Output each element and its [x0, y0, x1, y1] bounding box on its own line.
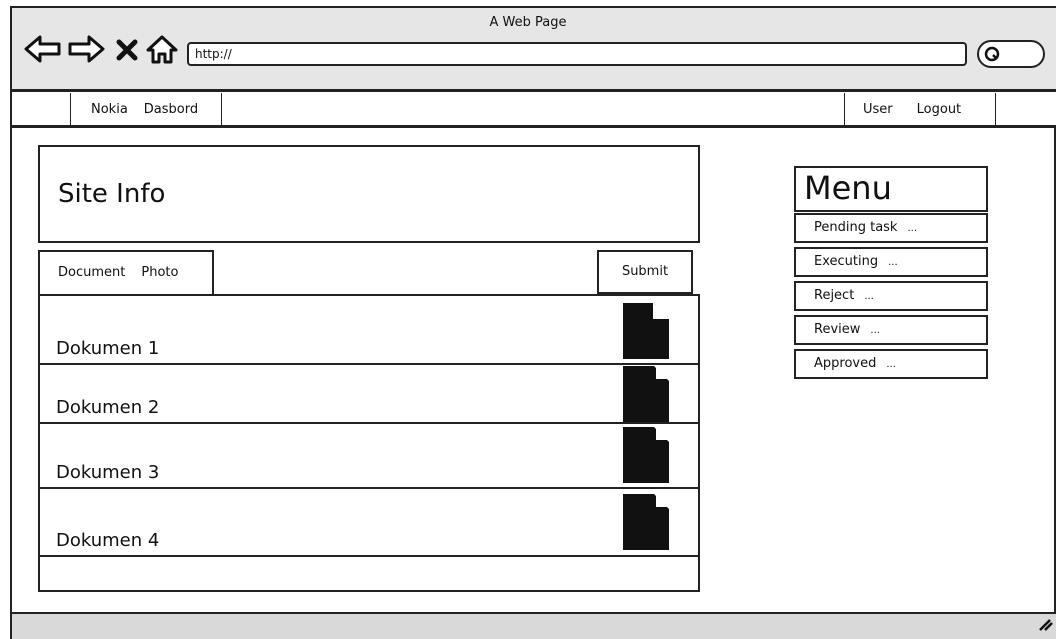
tab-document[interactable]: Document	[58, 265, 125, 280]
document-name: Dokumen 1	[56, 338, 160, 359]
home-icon[interactable]	[144, 34, 180, 64]
menu-item-label: Executing	[814, 254, 879, 269]
status-bar	[12, 612, 1056, 639]
menu-item-label: Approved	[814, 356, 877, 371]
menu-item-label: Reject	[814, 288, 855, 303]
file-icon[interactable]	[622, 493, 670, 551]
menu-title: Menu	[794, 166, 988, 212]
address-bar[interactable]: http://	[187, 42, 967, 66]
more-indicator: ...	[864, 291, 874, 302]
more-indicator: ...	[907, 223, 918, 234]
more-indicator: ...	[886, 359, 896, 370]
menu-item-label: Pending task	[814, 220, 898, 235]
window-title: A Web Page	[489, 15, 567, 30]
menu-item-label: Review	[814, 322, 861, 337]
nav-link-dasbord[interactable]: Dasbord	[144, 102, 198, 117]
logout-link[interactable]: Logout	[917, 102, 962, 117]
nav-link-nokia[interactable]: Nokia	[91, 102, 128, 117]
nav-link-user[interactable]: User	[863, 102, 893, 117]
menu-item-pending-task[interactable]: Pending task...	[794, 213, 988, 243]
search-icon	[984, 46, 1000, 62]
forward-arrow-icon[interactable]	[67, 34, 105, 64]
browser-search-box[interactable]	[977, 40, 1045, 68]
file-icon[interactable]	[622, 302, 670, 360]
toolbar-left-group: Nokia Dasbord	[70, 93, 222, 127]
submit-button[interactable]: Submit	[597, 250, 693, 294]
file-icon[interactable]	[622, 365, 670, 423]
menu-item-approved[interactable]: Approved...	[794, 349, 988, 379]
resize-grip-icon[interactable]	[1036, 614, 1054, 632]
tab-photo[interactable]: Photo	[141, 265, 178, 280]
more-indicator: ...	[888, 257, 898, 268]
menu-item-review[interactable]: Review...	[794, 315, 988, 345]
document-name: Dokumen 4	[56, 530, 160, 551]
document-name: Dokumen 2	[56, 397, 160, 418]
menu-item-reject[interactable]: Reject...	[794, 281, 988, 311]
list-item[interactable]: Dokumen 2	[40, 365, 700, 424]
list-item[interactable]: Dokumen 1	[40, 296, 700, 365]
back-arrow-icon[interactable]	[24, 34, 62, 64]
more-indicator: ...	[870, 325, 880, 336]
file-icon[interactable]	[622, 426, 670, 484]
close-icon[interactable]	[114, 34, 140, 64]
menu-item-executing[interactable]: Executing...	[794, 247, 988, 277]
list-item[interactable]: Dokumen 4	[40, 489, 700, 557]
toolbar-right-group: User Logout	[844, 93, 996, 127]
list-item[interactable]: Dokumen 3	[40, 424, 700, 489]
tab-bar: Document Photo	[38, 250, 214, 296]
document-name: Dokumen 3	[56, 462, 160, 483]
page-title: Site Info	[38, 145, 700, 243]
